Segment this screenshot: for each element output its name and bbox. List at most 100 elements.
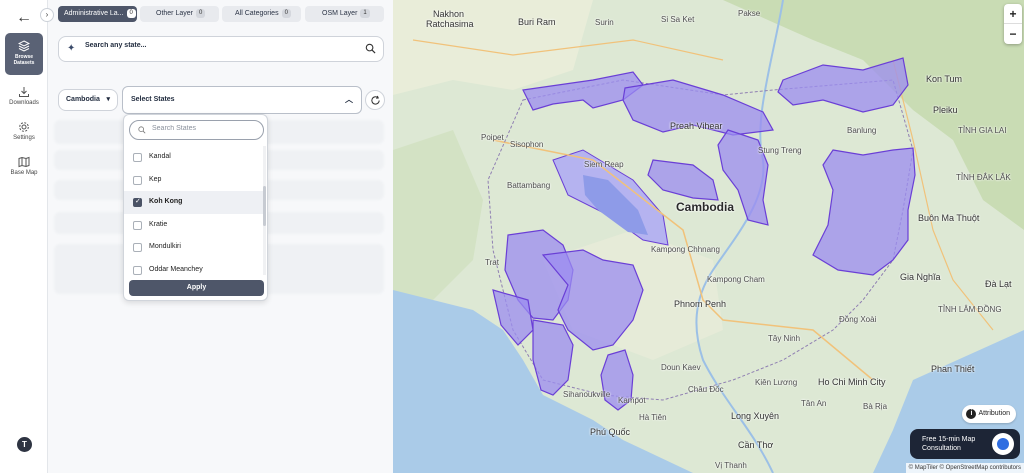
tab-count-badge: 0 — [195, 8, 206, 18]
checkbox[interactable] — [133, 243, 142, 253]
map-label: Preah Vihear — [670, 121, 723, 131]
list-item[interactable]: Oddar Meanchey — [124, 259, 263, 275]
country-select[interactable]: Cambodia ▾ — [58, 89, 118, 111]
map-label: TỈNH GIA LAI — [958, 126, 1007, 135]
map-label: Buri Ram — [518, 17, 556, 27]
zoom-in-button[interactable]: + — [1004, 4, 1022, 24]
map-label: Stung Treng — [758, 146, 802, 155]
tab-label: Other Layer — [156, 10, 193, 17]
checkbox[interactable] — [133, 153, 142, 162]
plus-icon: ✦ — [67, 43, 76, 54]
refresh-icon — [371, 95, 380, 105]
tab-count-badge: 0 — [281, 8, 291, 18]
browse-label-2: Datasets — [13, 60, 35, 66]
map-label: Đà Lạt — [985, 279, 1012, 289]
back-arrow-icon[interactable]: ← — [14, 9, 34, 27]
state-search-input[interactable] — [85, 42, 355, 49]
map-label: Kampong Cham — [707, 275, 765, 284]
tab-administrative[interactable]: Administrative La... 0 — [58, 6, 137, 22]
list-item[interactable]: Kep — [124, 169, 263, 192]
collapse-panel-button[interactable]: › — [40, 8, 54, 22]
tab-other-layer[interactable]: Other Layer 0 — [140, 6, 219, 22]
list-item-label: Oddar Meanchey — [149, 265, 203, 273]
tab-all-categories[interactable]: All Categories 0 — [222, 6, 301, 22]
map-label: Vị Thanh — [715, 461, 747, 470]
map-label: Doun Kaev — [661, 363, 701, 372]
map-canvas[interactable]: Nakhon Ratchasima Buri Ram Surin Pakse S… — [393, 0, 1024, 473]
settings-label: Settings — [13, 135, 35, 141]
map-label: Ho Chi Minh City — [818, 377, 886, 387]
basemap-button[interactable]: Base Map — [0, 156, 48, 176]
apply-button[interactable]: Apply — [129, 280, 264, 296]
checkbox[interactable] — [133, 265, 142, 275]
map-icon — [18, 156, 30, 168]
map-label: Tân An — [801, 399, 827, 408]
list-item-label: Kep — [149, 175, 162, 183]
map-label: Long Xuyên — [731, 411, 780, 421]
refresh-button[interactable] — [365, 90, 385, 110]
map-label: Buôn Ma Thuột — [918, 213, 980, 223]
map-label: Gia Nghĩa — [900, 272, 941, 282]
map-label: Kon Tum — [926, 74, 963, 84]
list-item-label: Kandal — [149, 153, 171, 160]
chevron-up-icon: ︿ — [345, 95, 353, 104]
checkbox[interactable] — [133, 191, 142, 214]
map-label: Poipet — [481, 133, 504, 142]
search-icon[interactable] — [365, 43, 376, 54]
states-list: Kandal Kep Koh Kong Kratie Mondulkiri Od… — [124, 146, 263, 275]
map-label: Nakhon — [433, 9, 465, 19]
downloads-button[interactable]: Downloads — [0, 86, 48, 106]
map-label: Siem Reap — [584, 160, 624, 169]
map-label-country: Cambodia — [676, 200, 735, 214]
map-label: Đồng Xoài — [839, 315, 877, 324]
map-label: Châu Đốc — [688, 385, 724, 394]
map-label: TỈNH LÂM ĐỒNG — [938, 305, 1002, 314]
map-label: Kiên Lương — [755, 378, 798, 387]
map-label: Tây Ninh — [768, 334, 801, 343]
state-search-box: ✦ — [58, 36, 384, 62]
list-item-label: Koh Kong — [149, 198, 183, 206]
map-label: Trat — [485, 258, 499, 267]
layers-icon — [18, 40, 30, 52]
zoom-out-button[interactable]: − — [1004, 24, 1022, 44]
browse-datasets-button[interactable]: Browse Datasets — [5, 33, 43, 75]
dropdown-search-input[interactable] — [152, 125, 257, 132]
attribution-button[interactable]: i Attribution — [962, 405, 1016, 423]
tab-label: OSM Layer — [322, 10, 358, 17]
map-label: Battambang — [507, 181, 551, 190]
list-item[interactable]: Kratie — [124, 214, 263, 237]
map-label: Phnom Penh — [674, 299, 727, 309]
map-label: Surin — [595, 18, 614, 27]
list-item[interactable]: Mondulkiri — [124, 236, 263, 259]
map-label: Pleiku — [933, 105, 958, 115]
map-label: Banlung — [847, 126, 877, 135]
checkbox[interactable] — [133, 220, 142, 230]
chevron-down-icon: ▾ — [106, 96, 110, 103]
avatar[interactable]: T — [17, 437, 32, 452]
map-label: Phan Thiết — [931, 364, 975, 374]
scrollbar-thumb[interactable] — [263, 186, 266, 226]
map-label: Cần Thơ — [738, 440, 774, 450]
list-item-label: Mondulkiri — [149, 243, 181, 251]
info-icon: i — [966, 409, 977, 419]
list-item[interactable]: Koh Kong — [124, 191, 263, 214]
chat-icon[interactable] — [992, 433, 1014, 455]
map-label: Bà Rịa — [863, 402, 888, 411]
search-icon — [138, 126, 146, 134]
map-label: Ratchasima — [426, 19, 474, 29]
dropdown-search-box — [129, 120, 264, 140]
states-select[interactable]: Select States ︿ — [122, 86, 362, 114]
list-item[interactable]: Kandal — [124, 146, 263, 169]
checkbox[interactable] — [133, 175, 142, 185]
tab-count-badge: 1 — [360, 8, 370, 18]
dropdown-scrollbar[interactable] — [263, 146, 266, 275]
tab-label: All Categories — [235, 10, 279, 17]
consultation-button[interactable]: Free 15-min Map Consultation — [910, 429, 1020, 459]
basemap — [393, 0, 1024, 473]
tab-osm-layer[interactable]: OSM Layer 1 — [305, 6, 384, 22]
map-label: Hà Tiên — [639, 413, 667, 422]
settings-button[interactable]: Settings — [0, 121, 48, 141]
basemap-label: Base Map — [10, 170, 38, 176]
states-dropdown: Kandal Kep Koh Kong Kratie Mondulkiri Od… — [123, 114, 268, 301]
copyright-text: © MapTiler © OpenStreetMap contributors — [905, 463, 1024, 473]
